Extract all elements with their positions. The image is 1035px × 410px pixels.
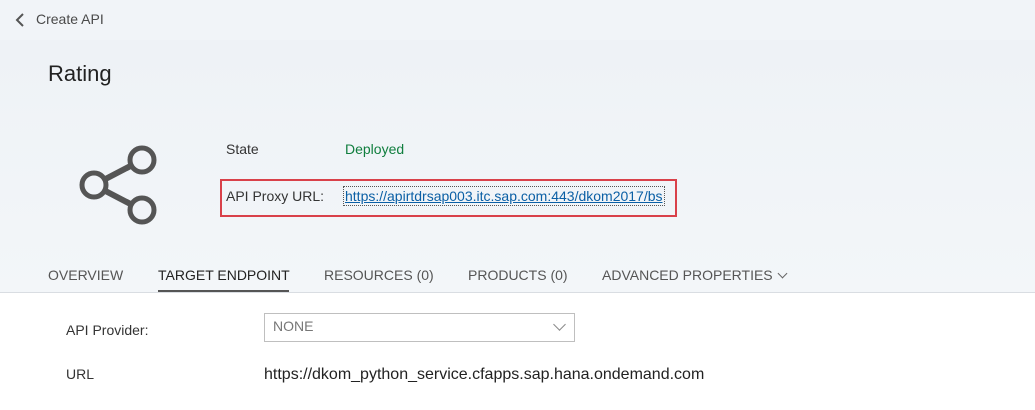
topbar-title: Create API: [36, 11, 104, 27]
tab-target-endpoint[interactable]: TARGET ENDPOINT: [158, 267, 290, 283]
tab-products[interactable]: PRODUCTS (0): [468, 267, 568, 283]
chevron-down-icon: [553, 318, 566, 331]
tab-advanced-properties[interactable]: ADVANCED PROPERTIES: [602, 267, 788, 283]
tab-bar: OVERVIEW TARGET ENDPOINT RESOURCES (0) P…: [0, 258, 1035, 292]
page-title: Rating: [48, 61, 112, 86]
chevron-left-icon[interactable]: [14, 13, 28, 27]
tab-overview[interactable]: OVERVIEW: [48, 267, 123, 283]
tab-resources[interactable]: RESOURCES (0): [324, 267, 434, 283]
url-label: URL: [66, 366, 95, 382]
proxy-url-link[interactable]: https://apirtdrsap003.itc.sap.com:443/dk…: [343, 186, 665, 206]
chevron-down-icon: [777, 268, 788, 279]
api-provider-value: NONE: [273, 318, 314, 334]
share-icon: [79, 145, 157, 225]
state-label: State: [226, 141, 259, 157]
state-value: Deployed: [345, 141, 405, 157]
api-provider-label: API Provider:: [66, 322, 149, 338]
tab-advanced-properties-label: ADVANCED PROPERTIES: [602, 267, 773, 283]
api-provider-select[interactable]: NONE: [264, 313, 575, 342]
url-value: https://dkom_python_service.cfapps.sap.h…: [264, 366, 705, 383]
top-bar: Create API: [0, 0, 1035, 40]
proxy-url-label: API Proxy URL:: [226, 188, 325, 204]
target-endpoint-panel: [0, 292, 1035, 410]
